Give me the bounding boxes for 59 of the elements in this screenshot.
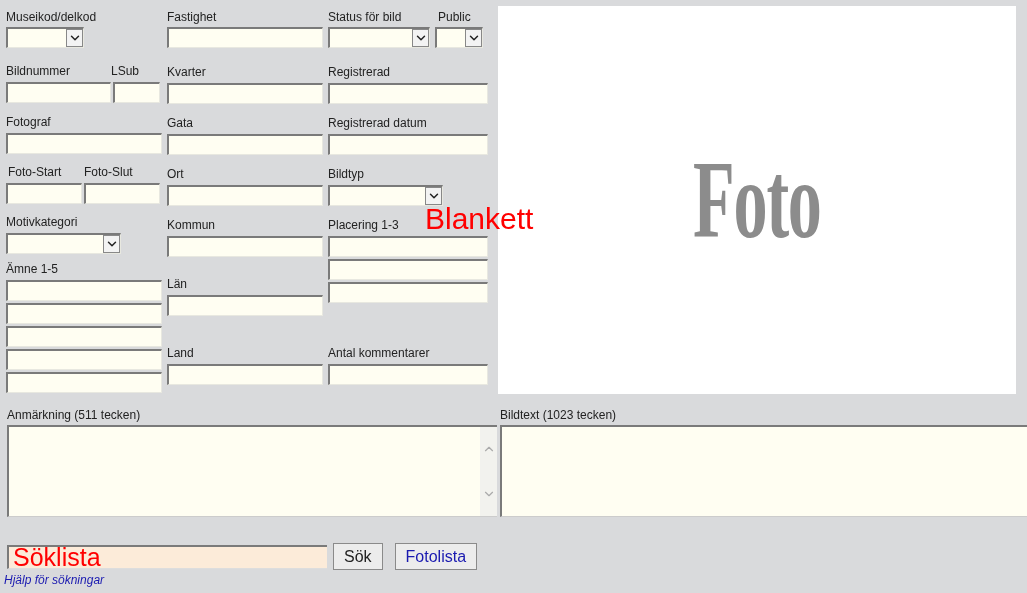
text-area[interactable] [7, 425, 497, 517]
field-label: Motivkategori [6, 215, 78, 230]
field-label: Fotograf [6, 114, 51, 129]
text-field[interactable] [84, 183, 160, 204]
search-button[interactable]: Sök [333, 543, 383, 570]
text-area[interactable] [500, 425, 1027, 517]
field-label: Antal kommentarer [328, 346, 430, 360]
field-label: Kommun [167, 218, 216, 232]
field-label: Bildtext (1023 tecken) [500, 408, 618, 424]
text-field[interactable] [6, 132, 162, 154]
field-label: Bildnummer [6, 64, 72, 79]
text-field[interactable] [167, 185, 323, 206]
text-field[interactable] [328, 364, 488, 385]
dropdown[interactable] [328, 27, 430, 48]
text-field[interactable] [6, 302, 162, 324]
field-label: Ämne 1-5 [6, 261, 59, 276]
text-field[interactable] [167, 295, 323, 316]
field-label: Museikod/delkod [6, 10, 97, 24]
text-field[interactable] [167, 134, 323, 155]
annotation-label: Blankett [425, 205, 534, 233]
text-field[interactable] [328, 236, 488, 257]
field-label: Registrerad datum [328, 116, 427, 130]
text-field[interactable] [167, 364, 323, 385]
text-field[interactable] [328, 83, 488, 104]
text-field[interactable] [6, 183, 82, 204]
text-field[interactable] [328, 259, 488, 280]
field-label: Registrerad [328, 65, 391, 79]
field-label: Status för bild [328, 10, 403, 24]
text-field[interactable] [167, 236, 323, 257]
text-field[interactable] [6, 82, 111, 104]
text-field[interactable] [6, 325, 162, 347]
field-label: Land [167, 346, 194, 360]
help-link[interactable]: Hjälp för sökningar [4, 573, 105, 587]
field-label: LSub [111, 64, 141, 79]
text-field[interactable] [6, 279, 162, 301]
text-field[interactable] [167, 27, 323, 48]
field-label: Anmärkning (511 tecken) [7, 408, 142, 424]
field-label: Ort [167, 167, 184, 181]
field-label: Foto-Start [7, 165, 63, 179]
field-label: Placering 1-3 [328, 218, 399, 232]
field-label: Foto-Slut [84, 165, 134, 179]
list-button[interactable]: Fotolista [394, 543, 478, 570]
field-label: Fastighet [167, 10, 217, 24]
text-field[interactable] [167, 83, 323, 104]
dropdown[interactable] [435, 27, 483, 48]
dropdown[interactable] [6, 233, 121, 255]
photo-text: Foto [693, 137, 821, 263]
text-field[interactable] [328, 282, 488, 303]
text-field[interactable] [113, 82, 160, 104]
field-label: Län [167, 277, 188, 291]
text-field[interactable] [6, 371, 162, 393]
text-field[interactable] [328, 134, 488, 155]
field-label: Public [438, 10, 472, 24]
field-label: Bildtyp [328, 167, 365, 181]
field-label: Kvarter [167, 65, 206, 79]
dropdown[interactable] [6, 27, 84, 48]
dropdown[interactable] [328, 185, 443, 206]
field-label: Gata [167, 116, 193, 130]
text-field[interactable] [6, 348, 162, 370]
